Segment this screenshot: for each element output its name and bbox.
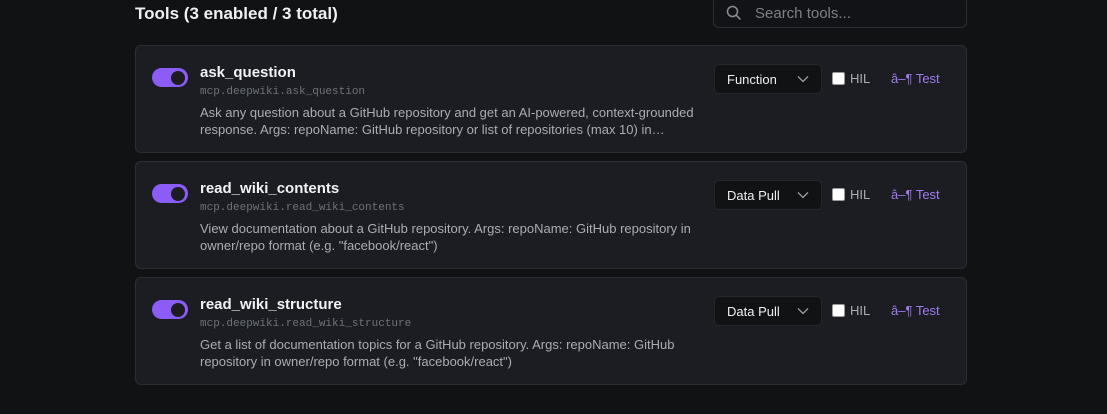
toggle-knob xyxy=(171,70,185,85)
chevron-down-icon xyxy=(797,308,809,315)
toggle-knob xyxy=(171,186,185,201)
tool-description: Ask any question about a GitHub reposito… xyxy=(200,105,694,137)
tool-name: ask_question xyxy=(200,64,296,81)
tool-description: View documentation about a GitHub reposi… xyxy=(200,221,691,253)
hil-checkbox[interactable] xyxy=(832,304,845,317)
tool-description: Get a list of documentation topics for a… xyxy=(200,337,675,369)
tool-type-select[interactable]: Data Pull xyxy=(714,296,822,326)
tool-card: read_wiki_structure mcp.deepwiki.read_wi… xyxy=(135,277,967,385)
search-box[interactable] xyxy=(713,0,967,28)
tools-title: Tools (3 enabled / 3 total) xyxy=(135,4,338,23)
tool-card: ask_question mcp.deepwiki.ask_question A… xyxy=(135,45,967,153)
hil-label: HIL xyxy=(850,71,871,86)
hil-label: HIL xyxy=(850,187,871,202)
search-input[interactable] xyxy=(753,1,957,25)
test-button[interactable]: â–¶ Test xyxy=(891,71,940,86)
tool-type-value: Data Pull xyxy=(727,188,780,203)
hil-checkbox[interactable] xyxy=(832,72,845,85)
chevron-down-icon xyxy=(797,76,809,83)
tool-id: mcp.deepwiki.ask_question xyxy=(200,86,366,98)
tool-name: read_wiki_contents xyxy=(200,180,340,197)
enable-toggle[interactable] xyxy=(152,300,188,319)
tool-card: read_wiki_contents mcp.deepwiki.read_wik… xyxy=(135,161,967,269)
test-button[interactable]: â–¶ Test xyxy=(891,303,940,318)
enable-toggle[interactable] xyxy=(152,184,188,203)
search-icon xyxy=(726,5,741,20)
tool-name: read_wiki_structure xyxy=(200,296,342,313)
tool-type-select[interactable]: Function xyxy=(714,64,822,94)
hil-checkbox[interactable] xyxy=(832,188,845,201)
tools-header: Tools (3 enabled / 3 total) xyxy=(135,0,967,30)
hil-label: HIL xyxy=(850,303,871,318)
chevron-down-icon xyxy=(797,192,809,199)
test-button[interactable]: â–¶ Test xyxy=(891,187,940,202)
tool-type-value: Data Pull xyxy=(727,304,780,319)
enable-toggle[interactable] xyxy=(152,68,188,87)
tool-id: mcp.deepwiki.read_wiki_structure xyxy=(200,318,412,330)
tool-id: mcp.deepwiki.read_wiki_contents xyxy=(200,202,405,214)
tool-type-value: Function xyxy=(727,72,777,87)
toggle-knob xyxy=(171,302,185,317)
tool-type-select[interactable]: Data Pull xyxy=(714,180,822,210)
